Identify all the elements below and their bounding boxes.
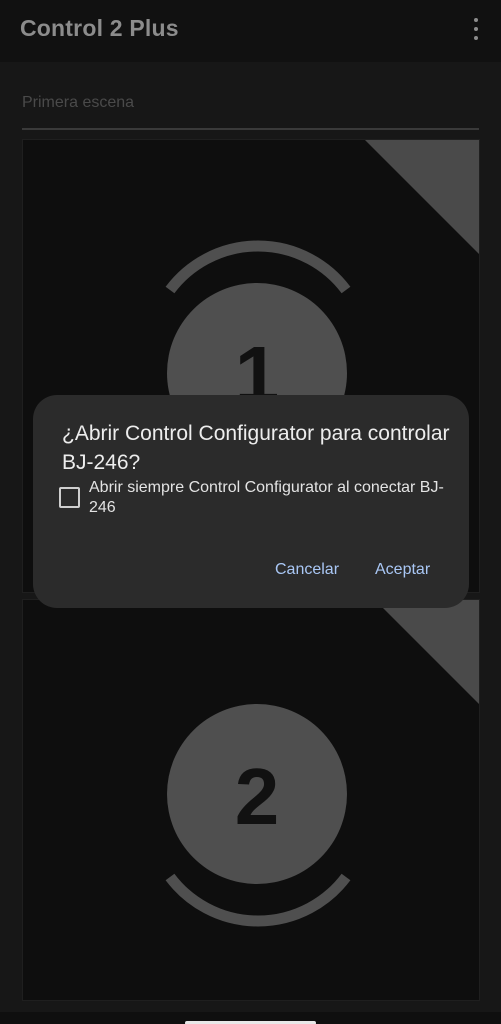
app-screen: Control 2 Plus Primera escena 1 2 ¿Abrir…: [0, 0, 501, 1024]
more-vert-icon[interactable]: [469, 18, 483, 40]
control-panel-2[interactable]: 2: [22, 599, 480, 1001]
gesture-nav-bar: [0, 1012, 501, 1024]
scene-name-input[interactable]: Primera escena: [22, 92, 479, 130]
cancel-button[interactable]: Cancelar: [275, 561, 339, 579]
always-open-label[interactable]: Abrir siempre Control Configurator al co…: [89, 478, 459, 518]
open-app-dialog: ¿Abrir Control Configurator para control…: [33, 395, 469, 608]
accept-button[interactable]: Aceptar: [375, 561, 430, 579]
always-open-checkbox[interactable]: [59, 487, 80, 508]
app-bar: Control 2 Plus: [0, 0, 501, 62]
panel-number-2: 2: [235, 752, 280, 841]
corner-triangle-2: [375, 600, 479, 704]
app-title: Control 2 Plus: [20, 15, 179, 41]
dialog-title: ¿Abrir Control Configurator para control…: [62, 422, 450, 474]
corner-triangle-1: [365, 140, 479, 254]
scene-name-placeholder: Primera escena: [22, 94, 135, 111]
